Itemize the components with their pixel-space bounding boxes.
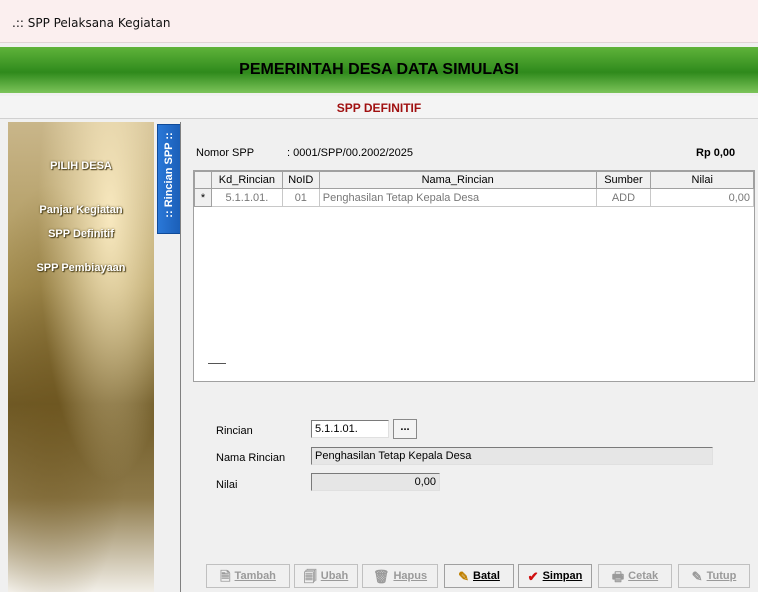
column-header-kd-rincian[interactable]: Kd_Rincian xyxy=(210,171,283,189)
close-icon: ✎ xyxy=(691,568,703,584)
column-header-sumber[interactable]: Sumber xyxy=(595,171,652,189)
edit-document-icon: 🗐 xyxy=(303,568,317,584)
add-document-icon: 🗎 xyxy=(220,568,231,584)
rincian-input[interactable]: 5.1.1.01. xyxy=(311,420,389,438)
panel-divider xyxy=(180,122,181,592)
cell-noid[interactable]: 01 xyxy=(281,188,320,207)
batal-button-label: Batal xyxy=(473,570,500,582)
window-title: .:: SPP Pelaksana Kegiatan xyxy=(12,16,171,30)
sidebar-item-spp-definitif[interactable]: SPP Definitif xyxy=(8,228,154,240)
simpan-button-label: Simpan xyxy=(542,570,583,582)
cell-sumber[interactable]: ADD xyxy=(595,188,652,207)
cetak-button[interactable]: 🖶 Cetak xyxy=(598,564,672,588)
hapus-button[interactable]: 🗑 Hapus xyxy=(362,564,438,588)
ubah-button[interactable]: 🗐 Ubah xyxy=(294,564,358,588)
column-header-nilai[interactable]: Nilai xyxy=(650,171,754,189)
page-title: SPP DEFINITIF xyxy=(336,101,422,115)
rincian-label: Rincian xyxy=(216,425,253,437)
grid-indicator-header xyxy=(194,171,212,189)
tab-rincian-spp-label: :: Rincian SPP :: xyxy=(163,132,175,218)
nomor-spp-value: : 0001/SPP/00.2002/2025 xyxy=(287,147,413,159)
tambah-button[interactable]: 🗎 Tambah xyxy=(206,564,290,588)
delete-icon: 🗑 xyxy=(372,568,390,584)
subheader-bar: SPP DEFINITIF xyxy=(0,96,758,119)
simpan-button[interactable]: ✔ Simpan xyxy=(518,564,592,588)
nomor-spp-label: Nomor SPP xyxy=(196,147,255,159)
column-header-nama-rincian[interactable]: Nama_Rincian xyxy=(318,171,597,189)
cell-nilai[interactable]: 0,00 xyxy=(650,188,754,207)
tutup-button[interactable]: ✎ Tutup xyxy=(678,564,750,588)
browse-rincian-button[interactable]: ... xyxy=(393,419,417,439)
nama-rincian-field[interactable]: Penghasilan Tetap Kepala Desa xyxy=(311,447,713,465)
nama-rincian-label: Nama Rincian xyxy=(216,452,286,464)
checkmark-icon: ✔ xyxy=(527,568,539,584)
header-banner: PEMERINTAH DESA DATA SIMULASI xyxy=(0,47,758,93)
grid-new-row-marker xyxy=(208,363,226,364)
sidebar-item-pilih-desa[interactable]: PILIH DESA xyxy=(8,160,154,172)
sidebar-image-panel: PILIH DESA Panjar Kegiatan SPP Definitif… xyxy=(8,122,154,592)
nilai-label: Nilai xyxy=(216,479,238,491)
header-title: PEMERINTAH DESA DATA SIMULASI xyxy=(239,61,519,78)
rincian-grid[interactable]: Kd_Rincian NoID Nama_Rincian Sumber Nila… xyxy=(193,170,755,382)
eraser-icon: ✎ xyxy=(458,568,469,584)
hapus-button-label: Hapus xyxy=(393,570,428,582)
ubah-button-label: Ubah xyxy=(320,570,349,582)
cetak-button-label: Cetak xyxy=(628,570,659,582)
tab-rincian-spp[interactable]: :: Rincian SPP :: xyxy=(157,124,181,234)
cell-kd-rincian[interactable]: 5.1.1.01. xyxy=(210,188,283,207)
printer-icon: 🖶 xyxy=(611,568,625,584)
row-indicator: * xyxy=(194,188,212,207)
table-row[interactable]: * 5.1.1.01. 01 Penghasilan Tetap Kepala … xyxy=(194,188,754,207)
nilai-field[interactable]: 0,00 xyxy=(311,473,440,491)
batal-button[interactable]: ✎ Batal xyxy=(444,564,514,588)
cell-nama-rincian[interactable]: Penghasilan Tetap Kepala Desa xyxy=(318,188,597,207)
sidebar-item-spp-pembiayaan[interactable]: SPP Pembiayaan xyxy=(8,262,154,274)
tutup-button-label: Tutup xyxy=(706,570,737,582)
tambah-button-label: Tambah xyxy=(234,570,276,582)
column-header-noid[interactable]: NoID xyxy=(281,171,320,189)
total-amount: Rp 0,00 xyxy=(696,147,736,159)
window-titlebar: .:: SPP Pelaksana Kegiatan xyxy=(0,0,758,43)
sidebar-item-panjar-kegiatan[interactable]: Panjar Kegiatan xyxy=(8,204,154,216)
